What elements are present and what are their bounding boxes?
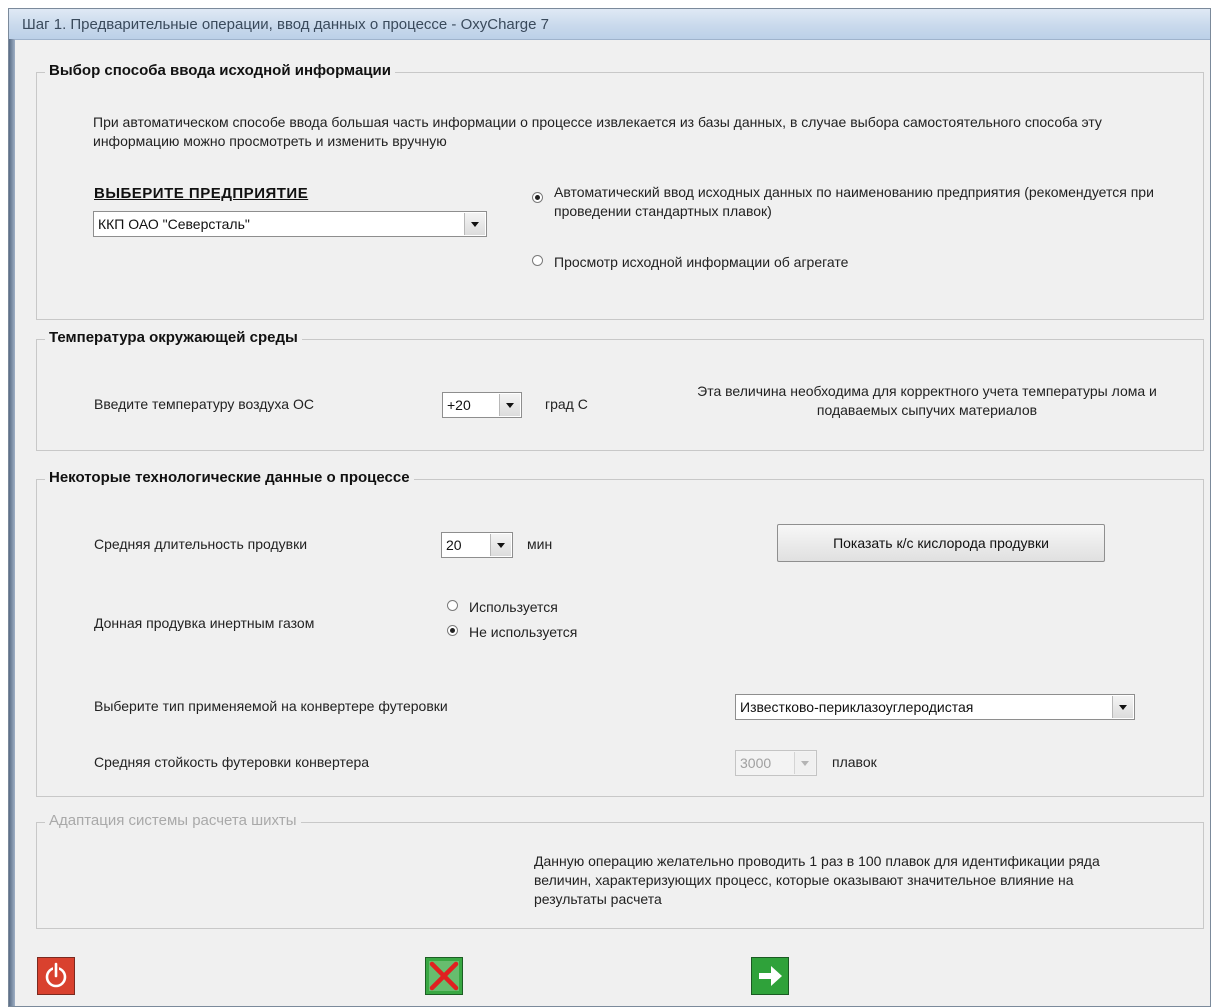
input-method-legend: Выбор способа ввода исходной информации [45, 62, 395, 79]
next-button[interactable] [751, 957, 789, 995]
bottom-blowing-label: Донная продувка инертным газом [94, 615, 315, 631]
blow-duration-label: Средняя длительность продувки [94, 536, 308, 552]
process-data-group: Некоторые технологические данные о проце… [36, 469, 1204, 797]
lining-type-label: Выберите тип применяемой на конвертере ф… [94, 698, 448, 714]
radio-bottom-used-indicator[interactable] [447, 600, 458, 611]
blow-duration-select[interactable]: 20 [441, 532, 513, 558]
window-title: Шаг 1. Предварительные операции, ввод да… [22, 16, 549, 33]
input-method-description: При автоматическом способе ввода большая… [93, 114, 1102, 149]
lining-durability-unit: плавок [832, 754, 877, 770]
show-oxygen-button[interactable]: Показать к/с кислорода продувки [777, 524, 1105, 562]
cancel-button[interactable] [425, 957, 463, 995]
enterprise-label: ВЫБЕРИТЕ ПРЕДПРИЯТИЕ [94, 185, 309, 202]
radio-view-info-indicator[interactable] [532, 255, 543, 266]
radio-auto-input[interactable]: Автоматический ввод исходных данных по н… [532, 183, 1172, 227]
radio-auto-input-label: Автоматический ввод исходных данных по н… [554, 184, 1154, 219]
lining-durability-label: Средняя стойкость футеровки конвертера [94, 754, 370, 770]
lining-type-select-value: Известково-периклазоуглеродистая [740, 699, 974, 715]
cancel-icon[interactable] [425, 957, 463, 995]
chevron-down-icon[interactable] [1112, 696, 1133, 718]
enterprise-select[interactable]: ККП ОАО "Северсталь" [93, 211, 487, 237]
window-left-edge [9, 39, 15, 1006]
radio-bottom-used-label: Используется [469, 599, 558, 615]
adaptation-note: Данную операцию желательно проводить 1 р… [534, 853, 1100, 907]
radio-bottom-not-used[interactable]: Не используется [447, 623, 667, 643]
main-window: Шаг 1. Предварительные операции, ввод да… [8, 8, 1211, 1007]
temperature-unit: град С [545, 396, 588, 412]
temperature-select-value: +20 [447, 397, 471, 413]
temperature-note: Эта величина необходима для корректного … [697, 383, 1157, 418]
blow-duration-select-value: 20 [446, 537, 462, 553]
radio-view-info[interactable]: Просмотр исходной информации об агрегате [532, 253, 1032, 273]
input-method-group: Выбор способа ввода исходной информации … [36, 62, 1204, 320]
chevron-down-icon[interactable] [464, 213, 485, 235]
title-bar[interactable]: Шаг 1. Предварительные операции, ввод да… [9, 9, 1210, 40]
chevron-down-icon[interactable] [490, 534, 511, 556]
temperature-select[interactable]: +20 [442, 392, 522, 418]
lining-durability-select[interactable]: 3000 [735, 750, 817, 776]
exit-button[interactable] [37, 957, 75, 995]
power-icon[interactable] [37, 957, 75, 995]
blow-duration-unit: мин [527, 536, 553, 552]
chevron-down-icon[interactable] [499, 394, 520, 416]
radio-bottom-not-used-label: Не используется [469, 624, 578, 640]
show-oxygen-button-label: Показать к/с кислорода продувки [833, 535, 1049, 551]
chevron-down-icon[interactable] [794, 752, 815, 774]
lining-type-select[interactable]: Известково-периклазоуглеродистая [735, 694, 1135, 720]
process-data-legend: Некоторые технологические данные о проце… [45, 469, 414, 486]
temperature-group: Температура окружающей среды Введите тем… [36, 329, 1204, 451]
enterprise-select-value: ККП ОАО "Северсталь" [98, 216, 250, 232]
arrow-right-icon[interactable] [751, 957, 789, 995]
adaptation-group: Адаптация системы расчета шихты Данную о… [36, 812, 1204, 929]
adaptation-legend: Адаптация системы расчета шихты [45, 812, 301, 829]
radio-auto-input-indicator[interactable] [532, 192, 543, 203]
radio-bottom-not-used-indicator[interactable] [447, 625, 458, 636]
radio-view-info-label: Просмотр исходной информации об агрегате [554, 254, 849, 270]
temperature-legend: Температура окружающей среды [45, 329, 302, 346]
lining-durability-select-value: 3000 [740, 755, 772, 771]
temperature-label: Введите температуру воздуха ОС [94, 396, 314, 412]
radio-bottom-used[interactable]: Используется [447, 598, 667, 618]
